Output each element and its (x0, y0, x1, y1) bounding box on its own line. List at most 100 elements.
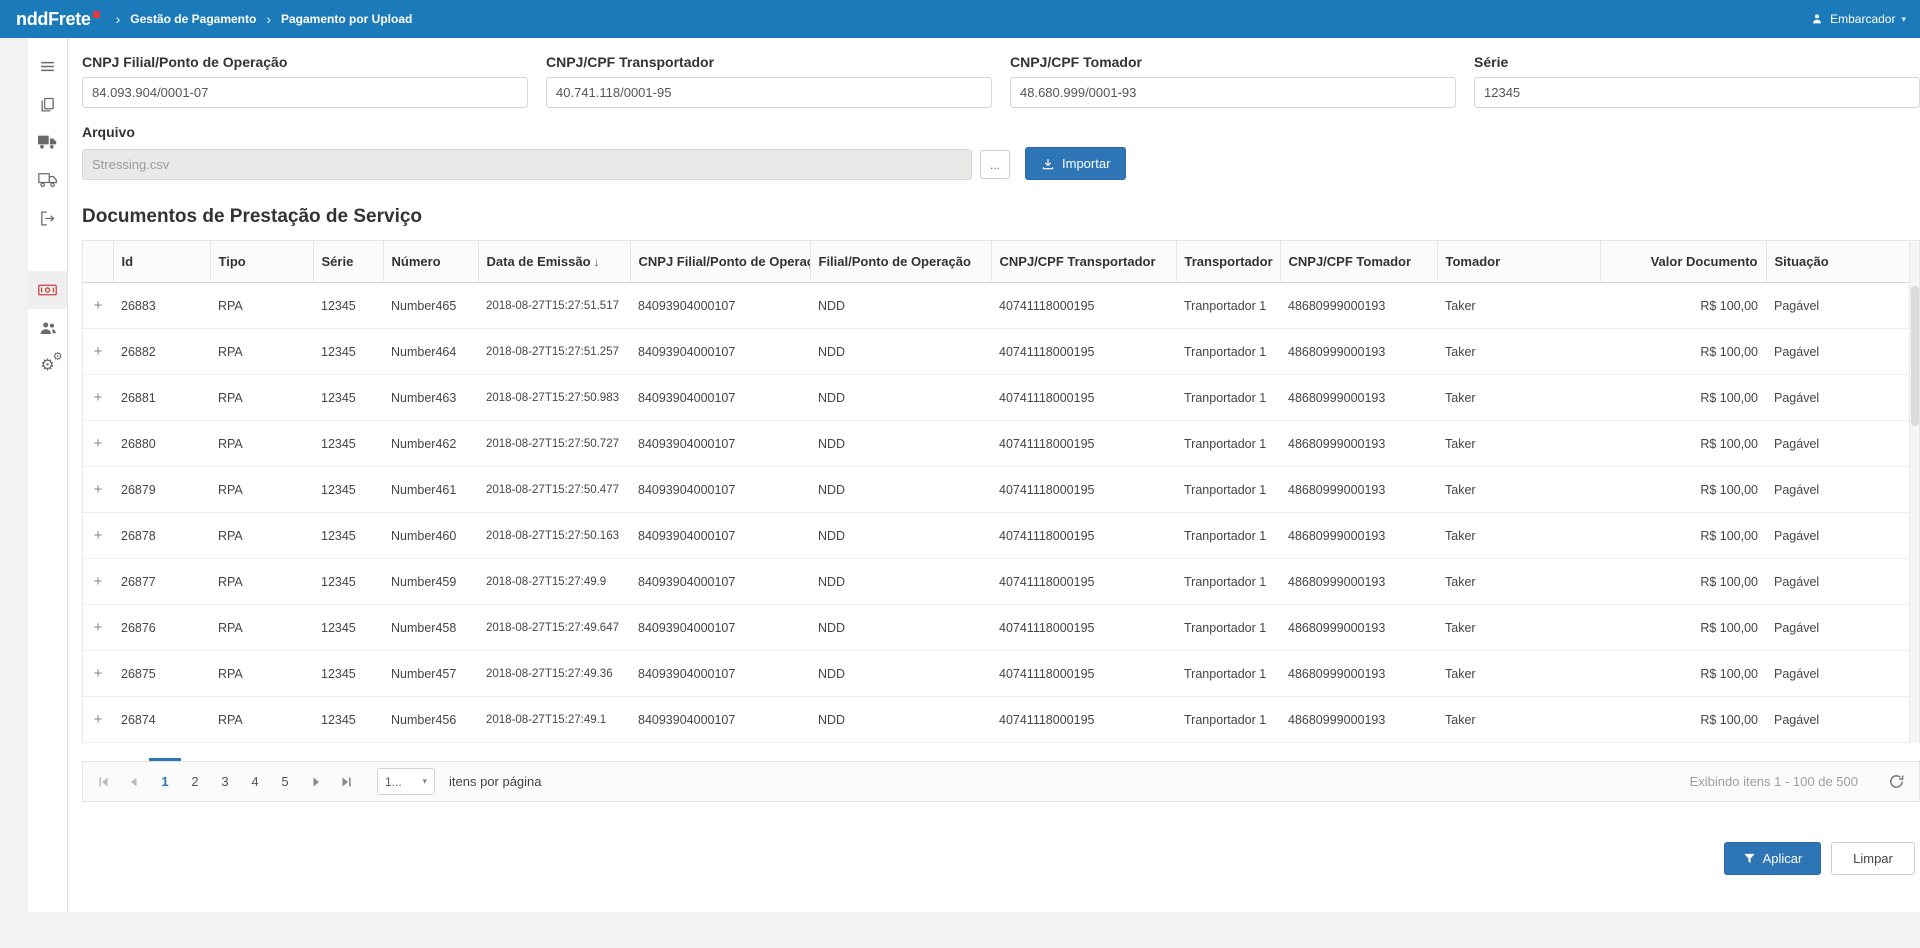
pager-page-3[interactable]: 3 (211, 769, 239, 795)
column-cnpj-tomador[interactable]: CNPJ/CPF Tomador (1280, 241, 1437, 283)
column-situacao[interactable]: Situação (1766, 241, 1919, 283)
table-row: +26876RPA12345Number4582018-08-27T15:27:… (83, 605, 1919, 651)
cell-cnpj_tomador: 48680999000193 (1280, 467, 1437, 513)
column-valor-documento[interactable]: Valor Documento (1600, 241, 1766, 283)
cell-emissao: 2018-08-27T15:27:49.9 (478, 559, 630, 605)
cell-numero: Number461 (383, 467, 478, 513)
cell-transportador: Tranportador 1 (1176, 605, 1280, 651)
pager-first-button[interactable] (91, 769, 117, 795)
column-serie[interactable]: Série (313, 241, 383, 283)
menu-toggle-icon[interactable] (28, 47, 67, 85)
cnpj-filial-input[interactable] (82, 77, 528, 108)
cell-cnpj_filial: 84093904000107 (630, 283, 810, 329)
breadcrumb-gestao-de-pagamento[interactable]: Gestão de Pagamento (130, 12, 256, 26)
cell-id: 26876 (113, 605, 210, 651)
cell-numero: Number462 (383, 421, 478, 467)
row-expand-icon[interactable]: + (83, 651, 113, 697)
user-menu[interactable]: Embarcador ▾ (1810, 12, 1906, 26)
cnpj-transportador-input[interactable] (546, 77, 992, 108)
pager-page-4[interactable]: 4 (241, 769, 269, 795)
row-expand-icon[interactable]: + (83, 421, 113, 467)
cell-id: 26881 (113, 375, 210, 421)
cell-tipo: RPA (210, 513, 313, 559)
row-expand-icon[interactable]: + (83, 513, 113, 559)
cell-numero: Number463 (383, 375, 478, 421)
cell-cnpj_transportador: 40741118000195 (991, 559, 1176, 605)
filter-field-cnpj-filial: CNPJ Filial/Ponto de Operação (82, 38, 528, 108)
cnpj-tomador-label: CNPJ/CPF Tomador (1010, 54, 1456, 70)
breadcrumb-pagamento-por-upload[interactable]: Pagamento por Upload (281, 12, 412, 26)
browse-button[interactable]: ... (980, 150, 1010, 179)
serie-input[interactable] (1474, 77, 1920, 108)
arquivo-input[interactable] (82, 149, 972, 180)
cell-transportador: Tranportador 1 (1176, 329, 1280, 375)
column-tomador[interactable]: Tomador (1437, 241, 1600, 283)
users-icon[interactable] (28, 309, 67, 347)
table-row: +26879RPA12345Number4612018-08-27T15:27:… (83, 467, 1919, 513)
column-id[interactable]: Id (113, 241, 210, 283)
payment-icon[interactable] (28, 271, 67, 309)
chevron-down-icon: ▾ (422, 776, 427, 787)
column-filial[interactable]: Filial/Ponto de Operação (810, 241, 991, 283)
table-row: +26883RPA12345Number4652018-08-27T15:27:… (83, 283, 1919, 329)
app-logo[interactable]: nddFrete (16, 9, 100, 30)
cnpj-tomador-input[interactable] (1010, 77, 1456, 108)
gear-icon: ⚙⚙ (40, 358, 54, 374)
cell-serie: 12345 (313, 329, 383, 375)
scrollbar-thumb[interactable] (1911, 286, 1919, 426)
clear-button[interactable]: Limpar (1831, 842, 1915, 875)
delivery-truck-icon[interactable] (28, 161, 67, 199)
cell-filial: NDD (810, 651, 991, 697)
row-expand-icon[interactable]: + (83, 697, 113, 743)
pager-last-button[interactable] (333, 769, 359, 795)
cell-numero: Number460 (383, 513, 478, 559)
cell-emissao: 2018-08-27T15:27:49.1 (478, 697, 630, 743)
row-expand-icon[interactable]: + (83, 283, 113, 329)
pager-page-2[interactable]: 2 (181, 769, 209, 795)
column-tipo[interactable]: Tipo (210, 241, 313, 283)
import-button[interactable]: Importar (1025, 147, 1126, 180)
section-title: Documentos de Prestação de Serviço (82, 206, 1920, 228)
pager-page-1[interactable]: 1 (151, 769, 179, 795)
truck-icon[interactable] (28, 123, 67, 161)
cell-cnpj_tomador: 48680999000193 (1280, 329, 1437, 375)
cell-tomador: Taker (1437, 651, 1600, 697)
column-expand (83, 241, 113, 283)
column-data-emissao[interactable]: Data de Emissão↓ (478, 241, 630, 283)
cell-tipo: RPA (210, 651, 313, 697)
cell-cnpj_filial: 84093904000107 (630, 651, 810, 697)
row-expand-icon[interactable]: + (83, 329, 113, 375)
file-field: Arquivo (82, 124, 972, 140)
vertical-scrollbar[interactable] (1909, 242, 1919, 743)
table-row: +26882RPA12345Number4642018-08-27T15:27:… (83, 329, 1919, 375)
cell-id: 26882 (113, 329, 210, 375)
row-expand-icon[interactable]: + (83, 467, 113, 513)
apply-button[interactable]: Aplicar (1724, 842, 1821, 875)
cell-numero: Number464 (383, 329, 478, 375)
logout-icon[interactable] (28, 199, 67, 237)
documents-icon[interactable] (28, 85, 67, 123)
settings-icon[interactable]: ⚙⚙ (28, 347, 67, 385)
column-transportador[interactable]: Transportador (1176, 241, 1280, 283)
page-size-select[interactable]: 1... ▾ (377, 768, 435, 795)
cell-tomador: Taker (1437, 513, 1600, 559)
refresh-icon[interactable] (1888, 773, 1905, 790)
filter-icon (1743, 852, 1756, 865)
cell-cnpj_tomador: 48680999000193 (1280, 513, 1437, 559)
column-cnpj-transportador[interactable]: CNPJ/CPF Transportador (991, 241, 1176, 283)
cell-situacao: Pagável (1766, 697, 1919, 743)
row-expand-icon[interactable]: + (83, 375, 113, 421)
cnpj-transportador-label: CNPJ/CPF Transportador (546, 54, 992, 70)
pager-next-button[interactable] (303, 769, 329, 795)
row-expand-icon[interactable]: + (83, 605, 113, 651)
table-row: +26874RPA12345Number4562018-08-27T15:27:… (83, 697, 1919, 743)
cell-tomador: Taker (1437, 605, 1600, 651)
pager-page-5[interactable]: 5 (271, 769, 299, 795)
column-cnpj-filial[interactable]: CNPJ Filial/Ponto de Operaç... (630, 241, 810, 283)
cell-tomador: Taker (1437, 697, 1600, 743)
top-header: nddFrete › Gestão de Pagamento › Pagamen… (0, 0, 1920, 38)
column-numero[interactable]: Número (383, 241, 478, 283)
row-expand-icon[interactable]: + (83, 559, 113, 605)
cell-serie: 12345 (313, 283, 383, 329)
pager-previous-button[interactable] (121, 769, 147, 795)
